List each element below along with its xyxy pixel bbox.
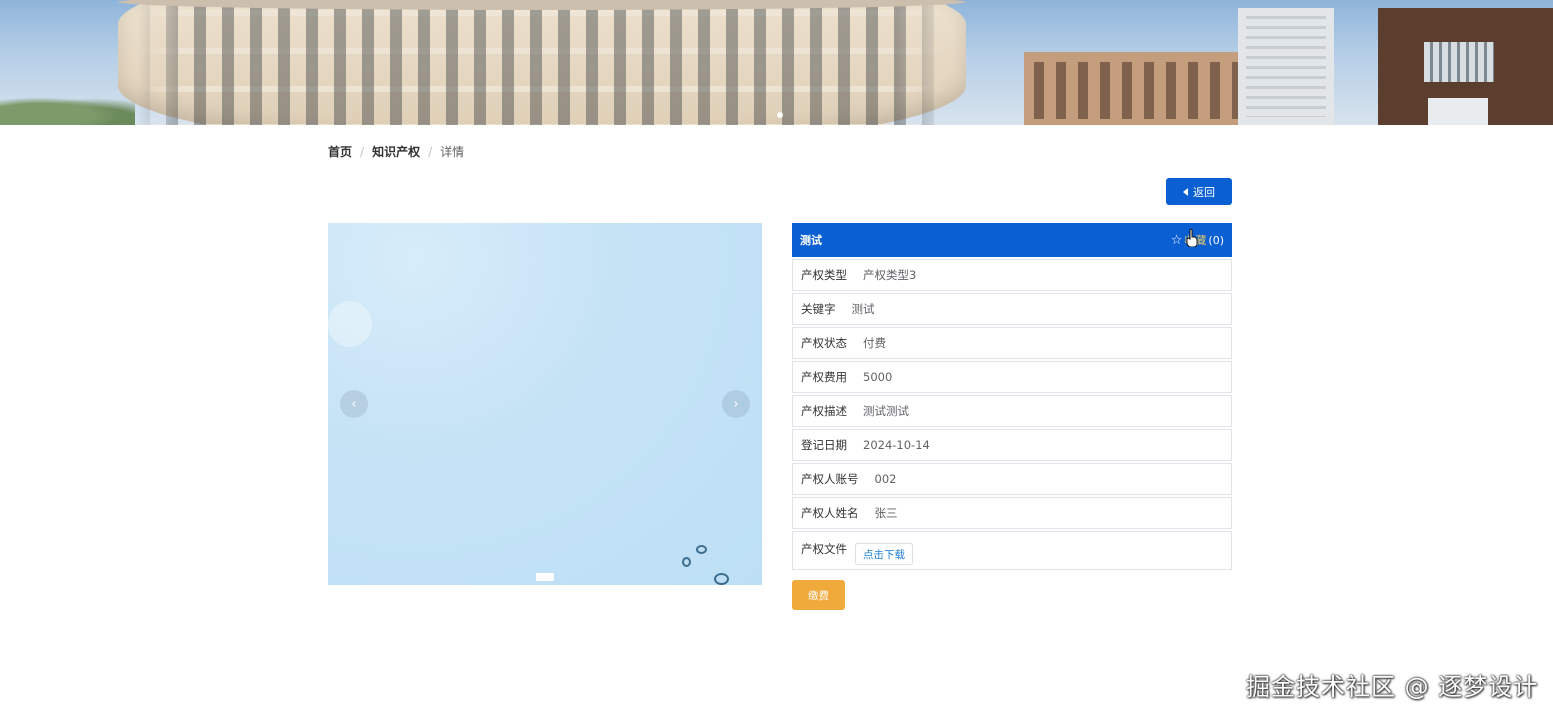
field-row-owner-name: 产权人姓名 张三 xyxy=(792,497,1232,529)
field-row-file: 产权文件 点击下载 xyxy=(792,531,1232,570)
field-value: 测试测试 xyxy=(863,404,909,418)
breadcrumb: 首页 / 知识产权 / 详情 xyxy=(328,143,464,160)
banner-building-tower xyxy=(1238,8,1334,125)
field-label: 产权类型 xyxy=(801,268,847,282)
star-outline-icon: ☆ xyxy=(1170,232,1183,248)
carousel-next-button[interactable]: › xyxy=(722,390,750,418)
chevron-left-icon: ‹ xyxy=(351,396,357,412)
field-row-date: 登记日期 2024-10-14 xyxy=(792,429,1232,461)
caret-left-icon xyxy=(1183,187,1188,196)
banner-building-windows xyxy=(138,0,946,125)
field-row-owner-account: 产权人账号 002 xyxy=(792,463,1232,495)
field-value: 5000 xyxy=(863,370,893,384)
detail-title: 测试 xyxy=(800,234,822,247)
field-row-keyword: 关键字 测试 xyxy=(792,293,1232,325)
favorite-count: (0) xyxy=(1208,233,1224,247)
field-value: 付费 xyxy=(863,336,886,350)
field-label: 登记日期 xyxy=(801,438,847,452)
field-row-fee: 产权费用 5000 xyxy=(792,361,1232,393)
water-bubble-image xyxy=(328,301,372,347)
watermark: 掘金技术社区 @ 逐梦设计 xyxy=(1246,673,1539,701)
field-value: 产权类型3 xyxy=(863,268,917,282)
breadcrumb-current: 详情 xyxy=(440,145,465,159)
field-label: 关键字 xyxy=(801,302,836,316)
detail-header: 测试 ☆ 收藏 (0) xyxy=(792,223,1232,257)
field-label: 产权人姓名 xyxy=(801,506,859,520)
field-row-status: 产权状态 付费 xyxy=(792,327,1232,359)
field-value: 张三 xyxy=(874,506,898,520)
field-value: 2024-10-14 xyxy=(863,438,930,452)
field-label: 产权人账号 xyxy=(801,472,859,486)
banner-trees xyxy=(0,94,135,125)
carousel-indicator[interactable] xyxy=(536,573,554,581)
download-button[interactable]: 点击下载 xyxy=(855,543,913,565)
field-label: 产权状态 xyxy=(801,336,847,350)
back-button[interactable]: 返回 xyxy=(1166,178,1232,205)
image-carousel: ‹ › xyxy=(328,223,762,585)
field-row-description: 产权描述 测试测试 xyxy=(792,395,1232,427)
pay-button[interactable]: 缴费 xyxy=(792,580,845,610)
chevron-right-icon: › xyxy=(733,396,739,412)
field-row-type: 产权类型 产权类型3 xyxy=(792,259,1232,291)
breadcrumb-home[interactable]: 首页 xyxy=(328,145,352,159)
breadcrumb-section[interactable]: 知识产权 xyxy=(372,145,420,159)
breadcrumb-separator: / xyxy=(360,145,365,159)
field-label: 产权文件 xyxy=(801,542,847,556)
hand-cursor-icon xyxy=(1186,229,1198,247)
water-drop-image xyxy=(696,545,707,554)
carousel-prev-button[interactable]: ‹ xyxy=(340,390,368,418)
water-drop-image xyxy=(682,557,691,567)
field-value: 002 xyxy=(874,472,897,486)
field-label: 产权费用 xyxy=(801,370,847,384)
water-drop-image xyxy=(714,573,729,585)
back-button-label: 返回 xyxy=(1193,185,1215,199)
field-value: 测试 xyxy=(851,302,875,316)
breadcrumb-separator: / xyxy=(428,145,433,159)
banner-building-far-right xyxy=(1378,8,1553,125)
field-label: 产权描述 xyxy=(801,404,847,418)
hero-banner xyxy=(0,0,1553,125)
banner-indicator[interactable] xyxy=(777,112,783,118)
